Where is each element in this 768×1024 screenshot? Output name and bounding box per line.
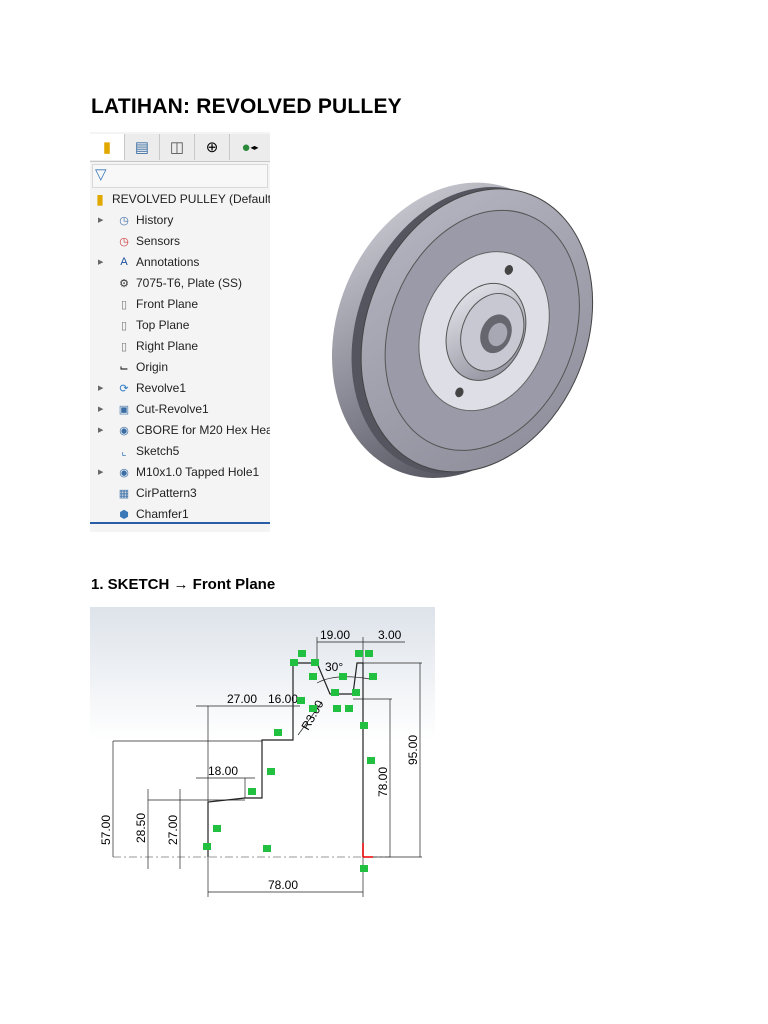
display-icon: ● — [241, 138, 251, 156]
part-icon: ▮ — [96, 190, 104, 207]
tree-item-label: Front Plane — [136, 297, 199, 311]
tree-item-sensors[interactable]: ◷ Sensors — [90, 231, 180, 251]
dim-95[interactable]: 95.00 — [406, 735, 420, 765]
dim-27-vertical[interactable]: 27.00 — [166, 815, 180, 845]
dim-78-vertical[interactable]: 78.00 — [376, 767, 390, 797]
step-1-heading: 1. SKETCH → Front Plane — [91, 576, 276, 593]
expand-arrow-icon[interactable]: ▶ — [98, 216, 106, 224]
tab-property-manager[interactable]: ▤ — [125, 134, 160, 160]
expand-arrow-icon[interactable]: ▶ — [98, 405, 106, 413]
tree-item-history[interactable]: ▶ ◷ History — [90, 210, 173, 230]
expand-arrow-icon[interactable]: ▶ — [98, 468, 106, 476]
sketch-icon: ⌞ — [121, 445, 127, 458]
dim-angle-30[interactable]: 30° — [325, 660, 343, 674]
plane-icon: ▯ — [120, 298, 128, 311]
tree-item-label: Chamfer1 — [136, 507, 189, 521]
document-page: LATIHAN: REVOLVED PULLEY ▮ ▤ ◫ ⊕ ● ◂▸ ▽ ▮… — [0, 0, 768, 1024]
tree-item-annotations[interactable]: ▶ A Annotations — [90, 252, 199, 272]
tree-item-revolve1[interactable]: ▶ ⟳ Revolve1 — [90, 378, 186, 398]
tree-item-sketch5[interactable]: ⌞ Sketch5 — [90, 441, 179, 461]
filter-icon[interactable]: ▽ — [95, 166, 107, 183]
dim-27-horizontal[interactable]: 27.00 — [227, 692, 257, 706]
tree-item-label: Origin — [136, 360, 169, 374]
plane-icon: ▯ — [120, 319, 128, 332]
material-icon: ⚙ — [119, 277, 129, 290]
tree-item-label: Top Plane — [136, 318, 190, 332]
circular-pattern-icon: ▦ — [118, 487, 130, 500]
tree-item-label: CirPattern3 — [136, 486, 197, 500]
origin-icon: ⌙ — [119, 361, 129, 374]
crosshair-icon: ⊕ — [205, 139, 219, 156]
tree-item-label: Sensors — [136, 234, 181, 248]
expand-arrow-icon[interactable]: ▶ — [98, 384, 106, 392]
tree-item-7075-t6-plate-ss-[interactable]: ⚙ 7075-T6, Plate (SS) — [90, 273, 242, 293]
feature-manager-tree: ▮ ▤ ◫ ⊕ ● ◂▸ ▽ ▮ REVOLVED PULLEY (Default… — [90, 132, 271, 532]
tree-item-label: CBORE for M20 Hex Head — [136, 423, 271, 437]
expand-arrow-icon[interactable]: ▶ — [98, 426, 106, 434]
filter-bar[interactable]: ▽ — [92, 164, 268, 188]
tree-item-label: Right Plane — [136, 339, 199, 353]
tree-item-label: Sketch5 — [136, 444, 180, 458]
sensors-icon: ◷ — [119, 235, 129, 248]
pulley-render — [331, 182, 594, 478]
configuration-icon: ◫ — [169, 139, 185, 156]
tree-item-label: Cut-Revolve1 — [136, 402, 209, 416]
dim-19[interactable]: 19.00 — [320, 628, 350, 642]
root-label: REVOLVED PULLEY (Default<< — [112, 192, 271, 206]
history-icon: ◷ — [119, 214, 129, 227]
tab-feature-manager[interactable]: ▮ — [90, 134, 125, 160]
hole-wizard-icon: ◉ — [119, 466, 129, 479]
tree-item-m10x1-0-tapped-hole1[interactable]: ▶ ◉ M10x1.0 Tapped Hole1 — [90, 462, 259, 482]
dim-78-horizontal[interactable]: 78.00 — [268, 878, 298, 892]
tree-root[interactable]: ▮ REVOLVED PULLEY (Default<< — [92, 189, 271, 209]
dim-18[interactable]: 18.00 — [208, 764, 238, 778]
tree-item-label: History — [136, 213, 174, 227]
tree-item-origin[interactable]: ⌙ Origin — [90, 357, 168, 377]
revolve-icon: ⟳ — [119, 382, 129, 395]
tab-display-manager[interactable]: ● ◂▸ — [230, 134, 270, 160]
tree-end-divider — [90, 522, 270, 524]
scroll-arrows-icon[interactable]: ◂▸ — [251, 143, 259, 152]
tree-item-label: Annotations — [136, 255, 200, 269]
tab-dimxpert-manager[interactable]: ⊕ — [195, 134, 230, 160]
cut-revolve-icon: ▣ — [118, 403, 130, 416]
tree-item-cirpattern3[interactable]: ▦ CirPattern3 — [90, 483, 197, 503]
sketch-svg: 19.00 3.00 30° 27.00 16.00 R3.00 18.00 9… — [90, 607, 435, 903]
tree-item-label: Revolve1 — [136, 381, 187, 395]
dim-28-50[interactable]: 28.50 — [134, 813, 148, 843]
chamfer-icon: ⬢ — [119, 508, 129, 521]
tree-item-cut-revolve1[interactable]: ▶ ▣ Cut-Revolve1 — [90, 399, 209, 419]
tree-item-right-plane[interactable]: ▯ Right Plane — [90, 336, 198, 356]
annotations-icon: A — [120, 256, 128, 268]
tree-item-top-plane[interactable]: ▯ Top Plane — [90, 315, 189, 335]
tree-item-cbore-for-m20-hex-head[interactable]: ▶ ◉ CBORE for M20 Hex Head — [90, 420, 271, 440]
hole-wizard-icon: ◉ — [119, 424, 129, 437]
pulley-3d-view — [270, 130, 622, 534]
tab-configuration-manager[interactable]: ◫ — [160, 134, 195, 160]
part-icon: ▮ — [102, 139, 112, 156]
manager-tabs: ▮ ▤ ◫ ⊕ ● ◂▸ — [90, 134, 270, 162]
dim-57[interactable]: 57.00 — [99, 815, 113, 845]
tree-item-label: 7075-T6, Plate (SS) — [136, 276, 243, 290]
front-plane-sketch: 19.00 3.00 30° 27.00 16.00 R3.00 18.00 9… — [90, 607, 435, 903]
dim-16[interactable]: 16.00 — [268, 692, 298, 706]
dim-3[interactable]: 3.00 — [378, 628, 402, 642]
expand-arrow-icon[interactable]: ▶ — [98, 258, 106, 266]
plane-icon: ▯ — [120, 340, 128, 353]
tree-item-front-plane[interactable]: ▯ Front Plane — [90, 294, 198, 314]
tree-item-chamfer1[interactable]: ⬢ Chamfer1 — [90, 504, 189, 524]
tree-item-label: M10x1.0 Tapped Hole1 — [136, 465, 260, 479]
page-title: LATIHAN: REVOLVED PULLEY — [91, 95, 402, 118]
property-icon: ▤ — [134, 139, 150, 156]
